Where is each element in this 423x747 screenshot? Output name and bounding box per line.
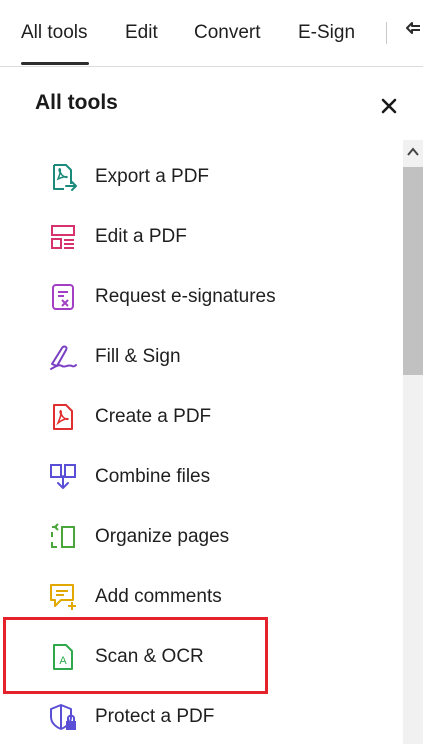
tool-label: Combine files bbox=[95, 466, 211, 487]
tool-label: Edit a PDF bbox=[95, 226, 187, 247]
tool-label: Fill & Sign bbox=[95, 346, 181, 367]
active-tab-indicator bbox=[21, 62, 89, 65]
tool-label: Export a PDF bbox=[95, 166, 210, 187]
panel-title: All tools bbox=[35, 91, 118, 114]
highlight-annotation-box bbox=[3, 617, 268, 694]
tool-organize-pages[interactable]: Organize pages bbox=[0, 507, 400, 567]
tool-label: Protect a PDF bbox=[95, 706, 215, 727]
tool-request-esignatures[interactable]: Request e-signatures bbox=[0, 267, 400, 327]
tool-combine-files[interactable]: Combine files bbox=[0, 447, 400, 507]
scroll-up-arrow-icon[interactable] bbox=[403, 140, 423, 164]
protect-pdf-icon bbox=[50, 704, 76, 730]
tab-edit[interactable]: Edit bbox=[125, 22, 158, 44]
scrollbar-thumb[interactable] bbox=[403, 167, 423, 375]
tool-label: Add comments bbox=[95, 586, 222, 607]
fill-sign-icon bbox=[50, 345, 77, 370]
create-pdf-icon bbox=[53, 404, 73, 430]
add-comments-icon bbox=[50, 584, 76, 610]
tab-e-sign[interactable]: E-Sign bbox=[298, 22, 355, 44]
top-tab-bar: All tools Edit Convert E-Sign bbox=[0, 0, 423, 67]
combine-files-icon bbox=[50, 464, 76, 489]
tool-label: Request e-signatures bbox=[95, 286, 276, 307]
tool-label: Organize pages bbox=[95, 526, 230, 547]
tab-all-tools[interactable]: All tools bbox=[21, 22, 88, 44]
tool-label: Create a PDF bbox=[95, 406, 212, 427]
tool-fill-sign[interactable]: Fill & Sign bbox=[0, 327, 400, 387]
tool-protect-pdf[interactable]: Protect a PDF bbox=[0, 687, 400, 747]
edit-pdf-icon bbox=[51, 225, 75, 249]
request-signatures-icon bbox=[52, 284, 74, 310]
tab-convert[interactable]: Convert bbox=[194, 22, 261, 44]
tool-create-pdf[interactable]: Create a PDF bbox=[0, 387, 400, 447]
tool-export-pdf[interactable]: Export a PDF bbox=[0, 147, 400, 207]
close-icon[interactable] bbox=[380, 97, 398, 115]
tool-edit-pdf[interactable]: Edit a PDF bbox=[0, 207, 400, 267]
undo-arrow-icon[interactable] bbox=[406, 20, 423, 42]
export-pdf-icon bbox=[53, 164, 77, 191]
toolbar-divider bbox=[386, 22, 387, 44]
organize-pages-icon bbox=[51, 523, 75, 548]
